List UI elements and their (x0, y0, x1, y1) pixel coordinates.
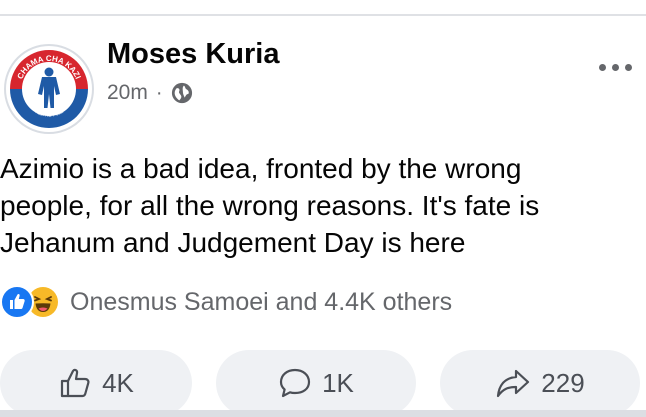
like-reaction-icon (0, 285, 34, 319)
post-text: Azimio is a bad idea, fronted by the wro… (0, 153, 540, 258)
globe-icon (171, 82, 192, 104)
like-button[interactable]: 4K (0, 350, 192, 416)
comment-count: 1K (322, 367, 354, 398)
card-bottom-edge (0, 410, 646, 417)
top-strip (0, 0, 646, 14)
thumbs-up-icon (60, 368, 90, 398)
author-name[interactable]: Moses Kuria (107, 38, 279, 71)
comment-button[interactable]: 1K (216, 350, 416, 416)
meta-separator: · (155, 81, 163, 104)
more-dot (625, 64, 632, 71)
post-meta: 20m · (107, 78, 193, 108)
like-count: 4K (102, 367, 134, 398)
share-arrow-icon (497, 369, 530, 398)
share-button[interactable]: 229 (440, 350, 640, 416)
chama-cha-kazi-logo: CHAMA CHA KAZI Kazi Na Pesa (8, 48, 90, 130)
post-time[interactable]: 20m (107, 81, 148, 105)
more-dot (612, 64, 619, 71)
more-dot (599, 64, 606, 71)
more-options-icon[interactable] (599, 64, 632, 71)
reactions-bar[interactable]: Onesmus Samoei and 4.4K others (0, 284, 452, 320)
comment-icon (279, 368, 311, 398)
share-count: 229 (541, 367, 585, 398)
author-avatar[interactable]: CHAMA CHA KAZI Kazi Na Pesa (4, 44, 94, 134)
post-card: CHAMA CHA KAZI Kazi Na Pesa Moses Kuria … (0, 14, 646, 416)
reactions-summary[interactable]: Onesmus Samoei and 4.4K others (70, 288, 452, 317)
